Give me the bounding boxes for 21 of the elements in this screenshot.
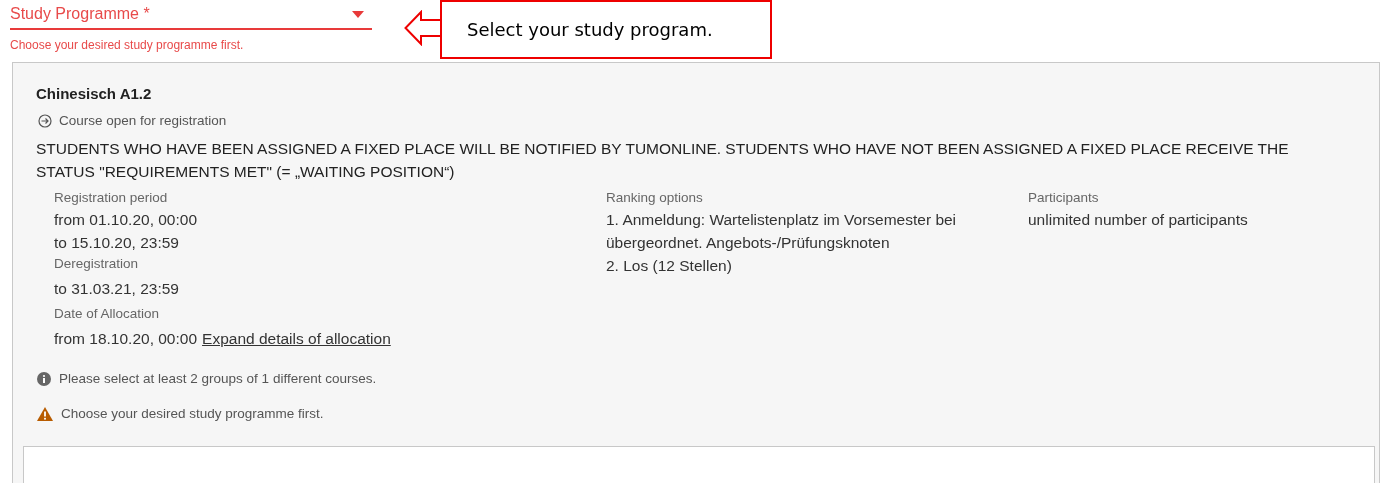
message-text: Choose your desired study programme first.	[61, 405, 324, 423]
course-status: Course open for registration	[59, 111, 227, 130]
ranking-option: 2. Los (12 Stellen)	[606, 253, 1006, 277]
message-text: Please select at least 2 groups of 1 different courses.	[59, 369, 377, 388]
study-programme-dropdown[interactable]: Study Programme *	[10, 0, 372, 30]
error-message: Choose your desired study programme first.	[10, 37, 245, 54]
expand-details-link[interactable]: Expand details of allocation	[202, 323, 391, 354]
field-value: to 15.10.20, 23:59	[54, 232, 180, 253]
ranking-option: 1. Anmeldung: Wartelistenplatz im Vorsemester bei übergeordnet. Angebots-/Prüfungsknoten	[606, 207, 1006, 254]
field-value: from 18.10.20, 00:00	[54, 328, 198, 349]
field-label: Date of Allocation	[54, 304, 161, 323]
course-notice: STUDENTS WHO HAVE BEEN ASSIGNED A FIXED PLACE WILL BE NOTIFIED BY TUMONLINE. STUDENTS WHO HAVE NOT BEEN ASSIGNED A FIXED PLACE RECEIVE THE STATUS "REQUIREMENTS MET" (= „WAITING POSITION“)	[36, 138, 1290, 182]
field-value: unlimited number of participants	[1028, 209, 1249, 230]
field-value: from 01.10.20, 00:00	[54, 209, 199, 230]
field-value: to 31.03.21, 23:59	[54, 278, 180, 299]
field-label: Participants	[1028, 188, 1100, 207]
field-label: Deregistration	[54, 254, 140, 273]
field-label: Ranking options	[606, 188, 704, 207]
field-label: Registration period	[54, 188, 169, 207]
course-title: Chinesisch A1.2	[36, 84, 153, 104]
callout-box: Select your study program.	[440, 0, 772, 59]
